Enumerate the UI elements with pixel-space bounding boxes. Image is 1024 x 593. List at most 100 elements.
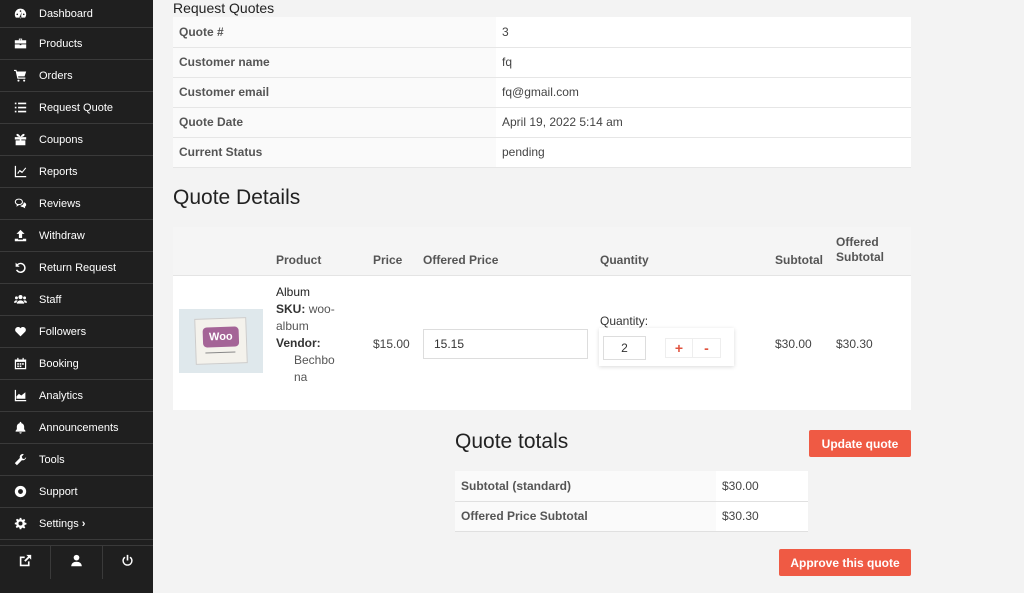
update-quote-button[interactable]: Update quote bbox=[809, 430, 911, 457]
table-row: Quote # 3 bbox=[173, 17, 911, 48]
table-row: Current Status pending bbox=[173, 137, 911, 168]
sidebar-item-label: Reviews bbox=[39, 197, 81, 210]
sidebar-item-support[interactable]: Support bbox=[0, 476, 153, 508]
sku-label: SKU: bbox=[276, 302, 306, 316]
quote-details-title: Quote Details bbox=[173, 186, 301, 209]
column-header-subtotal: Subtotal bbox=[775, 253, 823, 267]
sidebar-item-label: Withdraw bbox=[39, 229, 85, 242]
sidebar-item-reviews[interactable]: Reviews bbox=[0, 188, 153, 220]
vendor-name[interactable]: Bechbo bbox=[276, 352, 342, 369]
approve-quote-button[interactable]: Approve this quote bbox=[779, 549, 911, 576]
customer-name-label: Customer name bbox=[173, 47, 496, 78]
sidebar-item-dashboard[interactable]: Dashboard bbox=[0, 0, 153, 28]
vendor-label-row: Vendor: bbox=[276, 335, 342, 352]
offered-subtotal-value: $30.30 bbox=[716, 501, 808, 532]
quantity-stepper: + - bbox=[599, 328, 734, 366]
undo-icon bbox=[11, 261, 29, 275]
main-content: Request Quotes Quote # 3 Customer name f… bbox=[153, 0, 1024, 593]
gift-icon bbox=[11, 133, 29, 147]
table-row: Customer email fq@gmail.com bbox=[173, 77, 911, 108]
sidebar-item-label: Followers bbox=[39, 325, 87, 338]
header-line: Subtotal bbox=[836, 250, 884, 264]
request-quotes-title: Request Quotes bbox=[173, 0, 275, 16]
table-header bbox=[173, 227, 911, 276]
quote-date-label: Quote Date bbox=[173, 107, 496, 138]
upload-icon bbox=[11, 229, 29, 243]
offered-price-input[interactable] bbox=[423, 329, 588, 359]
quote-details-table: Product Price Offered Price Quantity Sub… bbox=[173, 227, 911, 410]
table-row: Subtotal (standard) $30.00 bbox=[455, 471, 808, 502]
product-thumbnail[interactable]: Woo bbox=[179, 309, 263, 373]
customer-email-value: fq@gmail.com bbox=[496, 77, 911, 108]
sku-value: woo- bbox=[308, 302, 335, 316]
column-header-offered-price: Offered Price bbox=[423, 253, 499, 267]
item-price: $15.00 bbox=[373, 337, 410, 351]
chevron-right-icon: › bbox=[81, 517, 86, 530]
sidebar-item-label: Staff bbox=[39, 293, 62, 306]
vendor-label: Vendor: bbox=[276, 336, 321, 350]
current-status-label: Current Status bbox=[173, 137, 496, 168]
sidebar-item-label: Tools bbox=[39, 453, 65, 466]
sidebar-item-request-quote[interactable]: Request Quote bbox=[0, 92, 153, 124]
sidebar-item-staff[interactable]: Staff bbox=[0, 284, 153, 316]
wrench-icon bbox=[11, 453, 29, 467]
cart-icon bbox=[11, 69, 29, 83]
list-icon bbox=[11, 101, 29, 115]
quantity-plus-button[interactable]: + bbox=[666, 339, 693, 357]
sidebar-item-tools[interactable]: Tools bbox=[0, 444, 153, 476]
sidebar-item-withdraw[interactable]: Withdraw bbox=[0, 220, 153, 252]
sidebar-item-analytics[interactable]: Analytics bbox=[0, 380, 153, 412]
sidebar-item-orders[interactable]: Orders bbox=[0, 60, 153, 92]
sidebar-item-reports[interactable]: Reports bbox=[0, 156, 153, 188]
sidebar-item-label: Request Quote bbox=[39, 101, 113, 114]
item-offered-subtotal: $30.30 bbox=[836, 337, 873, 351]
sidebar-item-announcements[interactable]: Announcements bbox=[0, 412, 153, 444]
dashboard-icon bbox=[11, 7, 29, 21]
lifebuoy-icon bbox=[11, 485, 29, 499]
product-name[interactable]: Album bbox=[276, 284, 342, 301]
sidebar-item-coupons[interactable]: Coupons bbox=[0, 124, 153, 156]
subtotal-standard-label: Subtotal (standard) bbox=[455, 471, 716, 502]
table-row: Quote Date April 19, 2022 5:14 am bbox=[173, 107, 911, 138]
comments-icon bbox=[11, 197, 29, 211]
woo-logo: Woo bbox=[202, 326, 240, 348]
sidebar-item-return-request[interactable]: Return Request bbox=[0, 252, 153, 284]
subtotal-standard-value: $30.00 bbox=[716, 471, 808, 502]
user-icon bbox=[70, 554, 83, 572]
briefcase-icon bbox=[11, 37, 29, 51]
sidebar-item-products[interactable]: Products bbox=[0, 28, 153, 60]
quote-number-value: 3 bbox=[496, 17, 911, 48]
sidebar-item-label: Dashboard bbox=[39, 7, 93, 20]
sidebar-item-label: Booking bbox=[39, 357, 79, 370]
logout-button[interactable] bbox=[103, 546, 153, 579]
quantity-minus-button[interactable]: - bbox=[693, 339, 720, 357]
external-link-button[interactable] bbox=[0, 546, 52, 579]
album-image: Woo bbox=[194, 317, 248, 365]
item-subtotal: $30.00 bbox=[775, 337, 812, 351]
sku-value-cont: album bbox=[276, 319, 309, 333]
area-chart-icon bbox=[11, 389, 29, 403]
bell-icon bbox=[11, 421, 29, 435]
product-info: Album SKU: woo- album Vendor: Bechbo na bbox=[276, 284, 342, 386]
quote-totals-title: Quote totals bbox=[455, 430, 569, 453]
profile-button[interactable] bbox=[51, 546, 103, 579]
customer-name-value: fq bbox=[496, 47, 911, 78]
heart-icon bbox=[11, 325, 29, 339]
sidebar-item-settings[interactable]: Settings › bbox=[0, 508, 153, 540]
sidebar-item-label: Support bbox=[39, 485, 78, 498]
sidebar-item-label: Announcements bbox=[39, 421, 119, 434]
vendor-name-cont[interactable]: na bbox=[276, 369, 342, 386]
quantity-input[interactable] bbox=[603, 336, 646, 360]
table-row: Customer name fq bbox=[173, 47, 911, 78]
sidebar-footer bbox=[0, 545, 153, 579]
current-status-value: pending bbox=[496, 137, 911, 168]
quantity-label: Quantity: bbox=[600, 314, 649, 328]
quote-info-table: Quote # 3 Customer name fq Customer emai… bbox=[173, 17, 911, 168]
sidebar-item-followers[interactable]: Followers bbox=[0, 316, 153, 348]
sidebar-item-label: Orders bbox=[39, 69, 73, 82]
offered-subtotal-label: Offered Price Subtotal bbox=[455, 501, 716, 532]
sidebar-item-booking[interactable]: Booking bbox=[0, 348, 153, 380]
scribble-line bbox=[205, 351, 236, 354]
calendar-icon bbox=[11, 357, 29, 371]
header-line: Offered bbox=[836, 235, 879, 249]
